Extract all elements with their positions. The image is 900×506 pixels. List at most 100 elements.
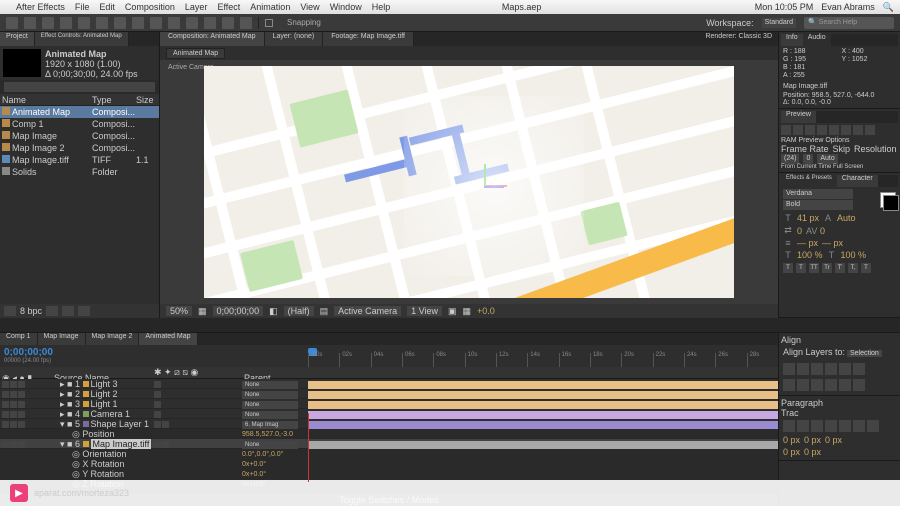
timecode[interactable]: 0;00;00;00 [4, 347, 304, 358]
type-tool[interactable] [150, 17, 162, 29]
project-item[interactable]: Comp 1Composi... [0, 118, 159, 130]
paragraph-tab[interactable]: Paragraph [781, 398, 898, 408]
timeline-tab[interactable]: Map Image 2 [86, 333, 140, 345]
comp-viewer[interactable]: Active Camera [160, 60, 778, 304]
framerate-dropdown[interactable]: (24) [781, 154, 799, 164]
time-display[interactable]: 0;00;00;00 [213, 306, 264, 316]
last-frame-button[interactable] [829, 125, 839, 135]
font-style-dropdown[interactable]: Bold [783, 200, 853, 210]
tracker-tab[interactable]: Trac [781, 408, 898, 418]
menu-view[interactable]: View [300, 2, 319, 12]
para-justify-all-button[interactable] [867, 420, 879, 432]
para-align-center-button[interactable] [797, 420, 809, 432]
resolution-dropdown[interactable]: (Half) [284, 306, 314, 316]
project-item[interactable]: Map Image 2Composi... [0, 142, 159, 154]
kerning-input[interactable]: 0 [797, 226, 802, 236]
pen-tool[interactable] [132, 17, 144, 29]
faux-bold-button[interactable]: T [783, 263, 793, 273]
effect-controls-tab[interactable]: Effect Controls: Animated Map [35, 32, 129, 46]
timeline-property[interactable]: ◎ Y Rotation0x+0.0° [0, 469, 778, 479]
delete-button[interactable] [78, 306, 90, 316]
col-name[interactable]: Name [2, 95, 92, 105]
para-justify-center-button[interactable] [839, 420, 851, 432]
timeline-layer[interactable]: ▸ ■ 3 Light 1None [0, 399, 778, 409]
renderer-label[interactable]: Renderer: Classic 3D [699, 32, 778, 46]
fill-stroke-swatches[interactable] [880, 192, 896, 208]
subscript-button[interactable]: T, [848, 263, 858, 273]
menu-window[interactable]: Window [330, 2, 362, 12]
effects-presets-tab[interactable]: Effects & Presets [781, 175, 837, 187]
align-left-button[interactable] [783, 363, 795, 375]
eraser-tool[interactable] [204, 17, 216, 29]
timeline-property[interactable]: ◎ Position958.5,527.0,-3.0 [0, 429, 778, 439]
para-align-right-button[interactable] [811, 420, 823, 432]
timeline-layer[interactable]: ▾ ■ 6 Map Image.tiffNone [0, 439, 778, 449]
distribute-button[interactable] [783, 379, 795, 391]
footer-icon[interactable]: ◧ [269, 306, 278, 317]
character-tab[interactable]: Character [837, 175, 878, 187]
footer-icon[interactable]: ▦ [463, 306, 472, 317]
timeline-tab[interactable]: Comp 1 [0, 333, 38, 345]
leading-input[interactable]: Auto [837, 213, 856, 223]
menu-layer[interactable]: Layer [185, 2, 208, 12]
distribute-button[interactable] [839, 379, 851, 391]
brush-tool[interactable] [168, 17, 180, 29]
underline-button[interactable]: T [861, 263, 871, 273]
align-vcenter-button[interactable] [839, 363, 851, 375]
menu-file[interactable]: File [75, 2, 90, 12]
stroke-input[interactable]: — px [797, 238, 818, 248]
play-button[interactable] [805, 125, 815, 135]
interpret-footage-button[interactable] [4, 306, 16, 316]
project-tab[interactable]: Project [0, 32, 35, 46]
pan-behind-tool[interactable] [96, 17, 108, 29]
faux-italic-button[interactable]: T [796, 263, 806, 273]
timeline-tab[interactable]: Map Image [38, 333, 86, 345]
project-item[interactable]: Animated MapComposi... [0, 106, 159, 118]
zoom-tool[interactable] [42, 17, 54, 29]
para-justify-right-button[interactable] [853, 420, 865, 432]
tracking-input[interactable]: 0 [820, 226, 825, 236]
timeline-property[interactable]: ◎ X Rotation0x+0.0° [0, 459, 778, 469]
workspace-dropdown[interactable]: Standard [762, 18, 796, 28]
space-before-input[interactable]: 0 px [783, 447, 800, 457]
para-align-left-button[interactable] [783, 420, 795, 432]
indent-right-input[interactable]: 0 px [825, 435, 842, 445]
snapping-checkbox[interactable] [265, 19, 273, 27]
shape-tool[interactable] [114, 17, 126, 29]
hand-tool[interactable] [24, 17, 36, 29]
space-after-input[interactable]: 0 px [804, 447, 821, 457]
timeline-layer[interactable]: ▾ ■ 5 Shape Layer 16. Map Imag [0, 419, 778, 429]
menu-effect[interactable]: Effect [217, 2, 240, 12]
font-dropdown[interactable]: Verdana [783, 189, 853, 199]
col-size[interactable]: Size [136, 95, 162, 105]
align-top-button[interactable] [825, 363, 837, 375]
next-frame-button[interactable] [817, 125, 827, 135]
new-folder-button[interactable] [62, 306, 74, 316]
timeline-layer[interactable]: ▸ ■ 2 Light 2None [0, 389, 778, 399]
bit-depth[interactable]: 8 bpc [20, 306, 42, 316]
clone-tool[interactable] [186, 17, 198, 29]
project-item[interactable]: Map ImageComposi... [0, 130, 159, 142]
align-bottom-button[interactable] [853, 363, 865, 375]
camera-tool[interactable] [78, 17, 90, 29]
prev-frame-button[interactable] [793, 125, 803, 135]
parent-dropdown[interactable]: None [242, 441, 298, 449]
parent-dropdown[interactable]: None [242, 381, 298, 389]
puppet-tool[interactable] [240, 17, 252, 29]
project-item[interactable]: Map Image.tiffTIFF1.1 [0, 154, 159, 166]
hscale-input[interactable]: 100 % [841, 250, 867, 260]
ram-preview-button[interactable] [865, 125, 875, 135]
user-name[interactable]: Evan Abrams [821, 2, 875, 12]
distribute-button[interactable] [797, 379, 809, 391]
parent-dropdown[interactable]: None [242, 391, 298, 399]
rotate-tool[interactable] [60, 17, 72, 29]
para-justify-left-button[interactable] [825, 420, 837, 432]
preview-opts[interactable]: From Current Time Full Screen [781, 164, 898, 170]
exposure-value[interactable]: +0.0 [477, 306, 495, 316]
font-size-input[interactable]: 41 px [797, 213, 819, 223]
align-right-button[interactable] [811, 363, 823, 375]
distribute-button[interactable] [853, 379, 865, 391]
menu-help[interactable]: Help [372, 2, 391, 12]
allcaps-button[interactable]: TT [809, 263, 819, 273]
parent-dropdown[interactable]: None [242, 411, 298, 419]
